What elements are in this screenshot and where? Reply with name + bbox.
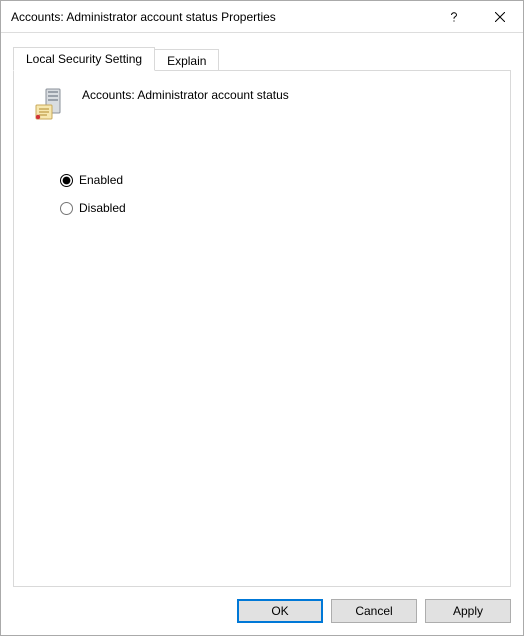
title-bar: Accounts: Administrator account status P… bbox=[1, 1, 523, 33]
tab-explain[interactable]: Explain bbox=[154, 49, 219, 71]
radio-group: Enabled Disabled bbox=[60, 173, 492, 215]
help-button[interactable] bbox=[431, 1, 477, 33]
tab-panel: Accounts: Administrator account status E… bbox=[13, 70, 511, 587]
ok-button[interactable]: OK bbox=[237, 599, 323, 623]
radio-option-enabled[interactable]: Enabled bbox=[60, 173, 492, 187]
policy-header: Accounts: Administrator account status bbox=[32, 87, 492, 123]
tab-local-security-setting[interactable]: Local Security Setting bbox=[13, 47, 155, 71]
close-icon bbox=[495, 12, 505, 22]
content-area: Local Security Setting Explain bbox=[1, 33, 523, 587]
radio-disabled[interactable] bbox=[60, 202, 73, 215]
button-bar: OK Cancel Apply bbox=[1, 587, 523, 635]
radio-disabled-label: Disabled bbox=[79, 201, 126, 215]
tab-strip: Local Security Setting Explain bbox=[13, 47, 511, 71]
security-policy-icon bbox=[32, 87, 68, 123]
policy-title: Accounts: Administrator account status bbox=[82, 87, 289, 102]
apply-button[interactable]: Apply bbox=[425, 599, 511, 623]
radio-enabled-label: Enabled bbox=[79, 173, 123, 187]
close-button[interactable] bbox=[477, 1, 523, 33]
radio-enabled[interactable] bbox=[60, 174, 73, 187]
window-title: Accounts: Administrator account status P… bbox=[11, 10, 431, 24]
cancel-button[interactable]: Cancel bbox=[331, 599, 417, 623]
radio-option-disabled[interactable]: Disabled bbox=[60, 201, 492, 215]
help-icon bbox=[449, 12, 459, 22]
